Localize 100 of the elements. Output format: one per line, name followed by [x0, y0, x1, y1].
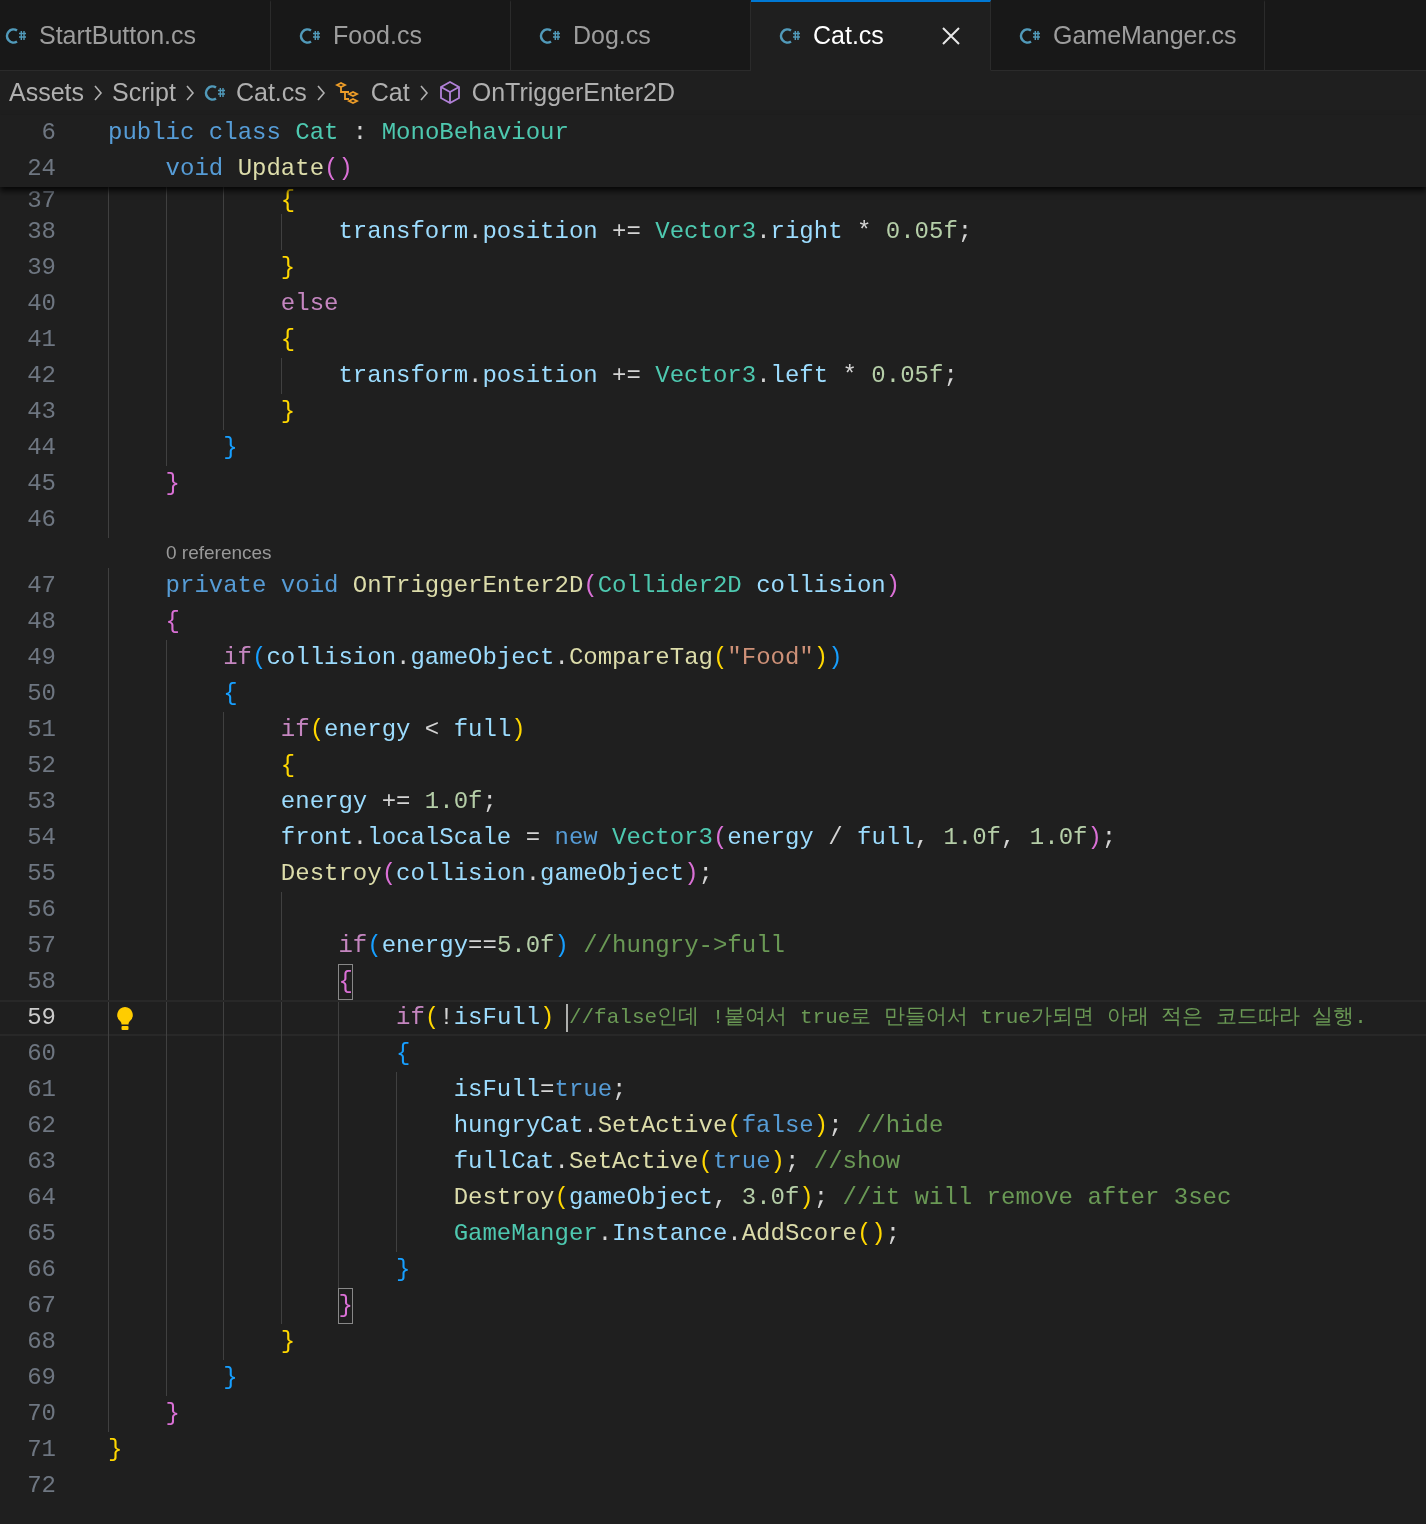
csharp-file-icon: [299, 26, 321, 46]
code-line: }: [108, 1288, 353, 1324]
line-number: 51: [26, 715, 56, 745]
file-tab[interactable]: StartButton.cs: [0, 0, 271, 71]
code-line: else: [108, 286, 339, 322]
code-line: }: [108, 466, 180, 502]
code-line: energy += 1.0f;: [108, 784, 497, 820]
file-tab[interactable]: Dog.cs: [511, 0, 751, 71]
line-number: 67: [26, 1291, 56, 1321]
code-line: private void OnTriggerEnter2D(Collider2D collision): [108, 568, 901, 604]
code-line: }: [108, 1252, 411, 1288]
line-number: 46: [26, 505, 56, 535]
breadcrumb-item[interactable]: Cat: [334, 74, 410, 112]
line-number: 40: [26, 289, 56, 319]
line-number: 55: [26, 859, 56, 889]
lightbulb-icon: [115, 1006, 135, 1032]
code-line: {: [108, 748, 296, 784]
line-number: 68: [26, 1327, 56, 1357]
cube-icon: [437, 80, 462, 106]
code-line: {: [108, 1036, 411, 1072]
line-number: 42: [26, 361, 56, 391]
breadcrumb-item[interactable]: OnTriggerEnter2D: [437, 74, 676, 112]
close-button[interactable]: [940, 25, 962, 47]
breadcrumb-item[interactable]: Script: [112, 74, 176, 112]
csharp-file-icon: [1019, 26, 1041, 46]
line-number: 53: [26, 787, 56, 817]
code-line: }: [108, 1396, 180, 1432]
tab-label: Dog.cs: [573, 20, 651, 52]
file-tab[interactable]: Cat.cs: [751, 0, 991, 71]
code-line: fullCat.SetActive(true); //show: [108, 1144, 901, 1180]
tab-label: GameManger.cs: [1053, 20, 1237, 52]
code-line: front.localScale = new Vector3(energy / full, 1.0f, 1.0f);: [108, 820, 1117, 856]
breadcrumb-item[interactable]: Assets: [9, 74, 85, 112]
code-line: }: [108, 1360, 238, 1396]
code-line: GameManger.Instance.AddScore();: [108, 1216, 901, 1252]
code-line: if(collision.gameObject.CompareTag("Food")): [108, 640, 843, 676]
code-line: {: [108, 604, 180, 640]
code-line: transform.position += Vector3.left * 0.05f;: [108, 358, 958, 394]
line-number: 44: [26, 433, 56, 463]
line-number: 50: [26, 679, 56, 709]
code-line: Destroy(collision.gameObject);: [108, 856, 713, 892]
line-number: 24: [26, 154, 56, 184]
line-number: 48: [26, 607, 56, 637]
line-number: 49: [26, 643, 56, 673]
line-number: 39: [26, 253, 56, 283]
line-number: 37: [26, 187, 56, 214]
chevron-icon: [183, 83, 196, 103]
code-line: transform.position += Vector3.right * 0.05f;: [108, 214, 973, 250]
code-line: hungryCat.SetActive(false); //hide: [108, 1108, 944, 1144]
chevron-icon: [314, 83, 327, 103]
code-line: }: [108, 430, 238, 466]
chevron-icon: [417, 83, 430, 103]
code-line: }: [108, 394, 296, 430]
tab-label: Cat.cs: [813, 20, 884, 52]
code-line: public class Cat : MonoBehaviour: [108, 118, 569, 148]
line-number: 62: [26, 1111, 56, 1141]
line-number: 70: [26, 1399, 56, 1429]
chevron-icon: [92, 83, 105, 103]
line-number: 43: [26, 397, 56, 427]
line-number: 58: [26, 967, 56, 997]
references-codelens[interactable]: 0 references: [166, 538, 272, 568]
code-line: if(energy < full): [108, 712, 526, 748]
code-line: {: [108, 964, 353, 1000]
code-line: }: [108, 250, 296, 286]
file-tab[interactable]: GameManger.cs: [991, 0, 1266, 71]
tab-label: Food.cs: [333, 20, 422, 52]
code-line: isFull=true;: [108, 1072, 627, 1108]
code-line: {: [108, 676, 238, 712]
tab-label: StartButton.cs: [39, 20, 197, 52]
line-number: 38: [26, 217, 56, 247]
line-number: 63: [26, 1147, 56, 1177]
line-number: 47: [26, 571, 56, 601]
code-line: }: [108, 1435, 123, 1465]
line-number: 59: [26, 1003, 56, 1033]
line-number: 65: [26, 1219, 56, 1249]
line-number: 56: [26, 895, 56, 925]
csharp-file-icon: [779, 26, 801, 46]
line-number: 71: [26, 1435, 56, 1465]
line-number: 52: [26, 751, 56, 781]
line-number: 69: [26, 1363, 56, 1393]
csharp-file-icon: [539, 26, 561, 46]
code-line: {: [108, 322, 296, 358]
code-line: }: [108, 1324, 296, 1360]
csharp-file-icon: [5, 26, 27, 46]
class-icon: [334, 81, 361, 105]
line-number: 60: [26, 1039, 56, 1069]
line-number: 57: [26, 931, 56, 961]
csharp-file-icon: [203, 83, 226, 103]
line-number: 41: [26, 325, 56, 355]
code-line: void Update(): [164, 154, 353, 184]
line-number: 45: [26, 469, 56, 499]
line-number: 61: [26, 1075, 56, 1105]
breadcrumb-item[interactable]: Cat.cs: [203, 74, 307, 112]
code-line: {: [108, 187, 296, 214]
line-number: 64: [26, 1183, 56, 1213]
line-number: 66: [26, 1255, 56, 1285]
line-number: 72: [26, 1471, 56, 1501]
code-line: if(energy==5.0f) //hungry->full: [108, 928, 785, 964]
file-tab[interactable]: Food.cs: [271, 0, 511, 71]
line-number: 6: [40, 118, 56, 148]
